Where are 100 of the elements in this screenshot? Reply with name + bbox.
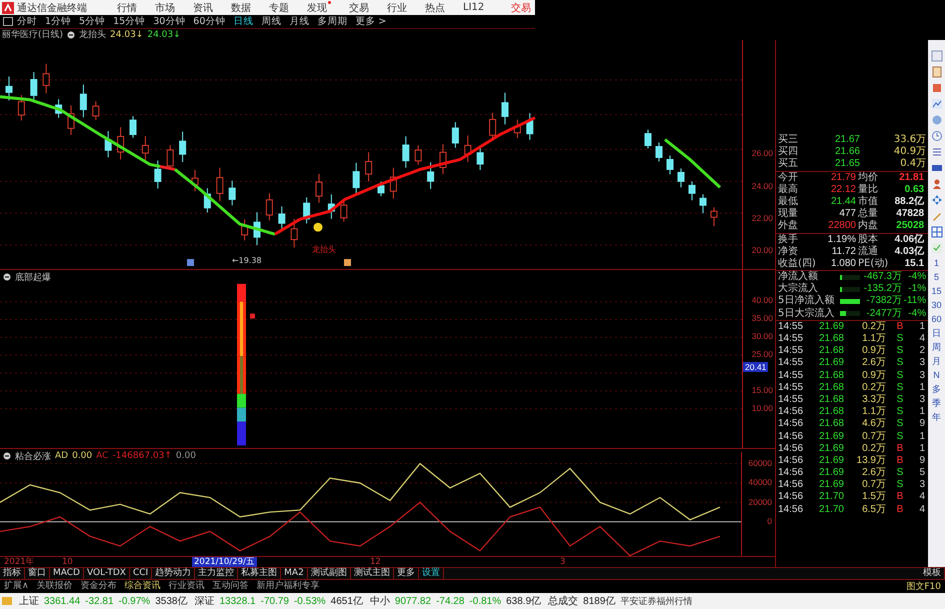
grid-icon[interactable] [930, 226, 943, 238]
axis-label: 20.00 [752, 245, 773, 255]
f10-button[interactable]: 图文F10 [906, 580, 945, 594]
tick-time: 14:56 [777, 479, 804, 492]
info-tab[interactable]: 资金分布 [76, 581, 121, 592]
chart-icon[interactable] [930, 98, 943, 110]
candlestick [378, 181, 384, 197]
pencil-icon[interactable] [930, 210, 943, 222]
window-icon[interactable] [930, 50, 943, 62]
tick-side: S [896, 394, 904, 406]
indicator-tab[interactable]: 测试主图 [350, 568, 394, 580]
info-tab[interactable]: 互动问答 [208, 581, 253, 592]
move-icon[interactable] [930, 194, 943, 206]
period-tab[interactable]: 30分钟 [153, 16, 186, 28]
period-tab[interactable]: 更多 > [355, 16, 386, 28]
period-button[interactable]: 季 [932, 396, 942, 410]
collapse-icon[interactable] [3, 452, 11, 460]
chart-toggle-icon[interactable] [3, 17, 13, 26]
menu-item[interactable]: 市场 [155, 0, 175, 15]
indicator-tab[interactable]: 窗口 [25, 568, 50, 580]
info-tab[interactable]: 扩展∧ [0, 581, 33, 592]
stat-value: 22800 [827, 220, 856, 233]
menu-item[interactable]: 数据 [231, 0, 251, 15]
candlestick [278, 206, 286, 230]
square-icon[interactable] [930, 82, 943, 94]
menu-item[interactable]: LI12 [463, 2, 484, 14]
candlestick [514, 119, 521, 139]
period-button[interactable]: 多 [932, 382, 942, 396]
period-tab[interactable]: 多周期 [317, 16, 348, 28]
tick-time: 14:56 [777, 504, 804, 516]
menu-item[interactable]: 热点 [425, 0, 445, 15]
period-tab[interactable]: 60分钟 [193, 16, 226, 28]
candlestick [130, 116, 136, 138]
indicator-tab[interactable]: 更多 [394, 568, 419, 580]
period-button[interactable]: 月 [932, 354, 942, 368]
indicator-tab[interactable]: 趋势动力 [152, 568, 196, 580]
menu-item[interactable]: 专题 [269, 0, 289, 15]
period-button[interactable]: 年 [932, 410, 942, 424]
period-tab[interactable]: 15分钟 [113, 16, 146, 28]
tick-time: 14:56 [777, 430, 804, 443]
index-change: -70.79 [260, 596, 289, 607]
trade-button[interactable]: 交易 [511, 0, 531, 15]
period-button[interactable]: 15 [932, 284, 942, 298]
tick-count: 3 [918, 479, 926, 492]
menu-item[interactable]: 发现 [307, 0, 331, 15]
collapse-icon[interactable] [67, 30, 76, 38]
period-tab[interactable]: 1分钟 [45, 16, 72, 28]
index-percent: -0.81% [469, 596, 502, 607]
menu-item[interactable]: 交易 [349, 0, 369, 15]
info-tab[interactable]: 行业资讯 [164, 581, 209, 592]
period-button[interactable]: 60 [932, 312, 942, 326]
indicator-tab[interactable]: 设置 [418, 568, 444, 580]
tick-volume: 1.1万 [861, 333, 886, 346]
period-tab[interactable]: 分时 [17, 16, 37, 28]
period-button[interactable]: 日 [932, 326, 942, 340]
person-icon[interactable] [930, 178, 943, 190]
period-button[interactable]: 周 [932, 340, 942, 354]
period-tab[interactable]: 5分钟 [79, 16, 106, 28]
menu-item[interactable]: 行情 [117, 0, 137, 15]
period-button[interactable]: 1 [934, 256, 940, 270]
info-tab[interactable]: 综合资讯 [120, 581, 165, 592]
tick-count: 1 [918, 442, 926, 455]
stat-label: 今开 [777, 172, 799, 184]
indicator-tab[interactable]: MA2 [281, 568, 308, 580]
period-button[interactable]: 5 [934, 270, 940, 284]
tick-time: 14:55 [777, 357, 804, 370]
period-tab[interactable]: 日线 [233, 16, 254, 28]
indicator-tab[interactable]: 指标 [0, 568, 25, 580]
period-button[interactable]: N [933, 368, 940, 382]
tick-volume: 4.6万 [861, 418, 886, 431]
indicator-tab[interactable]: MACD [50, 568, 84, 580]
tick-time: 14:55 [777, 370, 804, 382]
period-tab[interactable]: 月线 [289, 16, 310, 28]
order-volume: 33.6万 [892, 134, 928, 146]
clock-icon[interactable] [930, 130, 943, 142]
period-tab[interactable]: 周线 [261, 16, 282, 28]
indicator-tab[interactable]: VOL-TDX [84, 568, 130, 580]
collapse-icon[interactable] [3, 273, 11, 281]
candlestick [526, 112, 534, 140]
order-price: 21.67 [834, 134, 860, 146]
axis-label: 60000 [748, 458, 772, 468]
info-tab[interactable]: 关联报价 [32, 581, 77, 592]
indicator-tab[interactable]: CCI [130, 568, 152, 580]
menu-item[interactable]: 行业 [387, 0, 407, 15]
candlestick [18, 94, 25, 121]
template-button[interactable]: 模板 [920, 568, 945, 580]
order-label: 买四 [777, 146, 799, 158]
period-button[interactable]: 30 [932, 298, 942, 312]
tick-price: 21.68 [818, 333, 844, 346]
document-icon[interactable] [930, 66, 943, 78]
info-tab[interactable]: 新用户福利专享 [252, 581, 324, 592]
check-icon[interactable] [930, 242, 943, 254]
indicator-tab[interactable]: 主力监控 [195, 568, 238, 580]
list-icon[interactable] [930, 146, 943, 158]
menu-item[interactable]: 资讯 [193, 0, 213, 15]
indicator-tab[interactable]: 私募主图 [238, 568, 282, 580]
candlestick [228, 180, 236, 206]
indicator-tab[interactable]: 测试副图 [308, 568, 351, 580]
candlestick [204, 188, 211, 214]
tick-side: S [896, 418, 904, 431]
